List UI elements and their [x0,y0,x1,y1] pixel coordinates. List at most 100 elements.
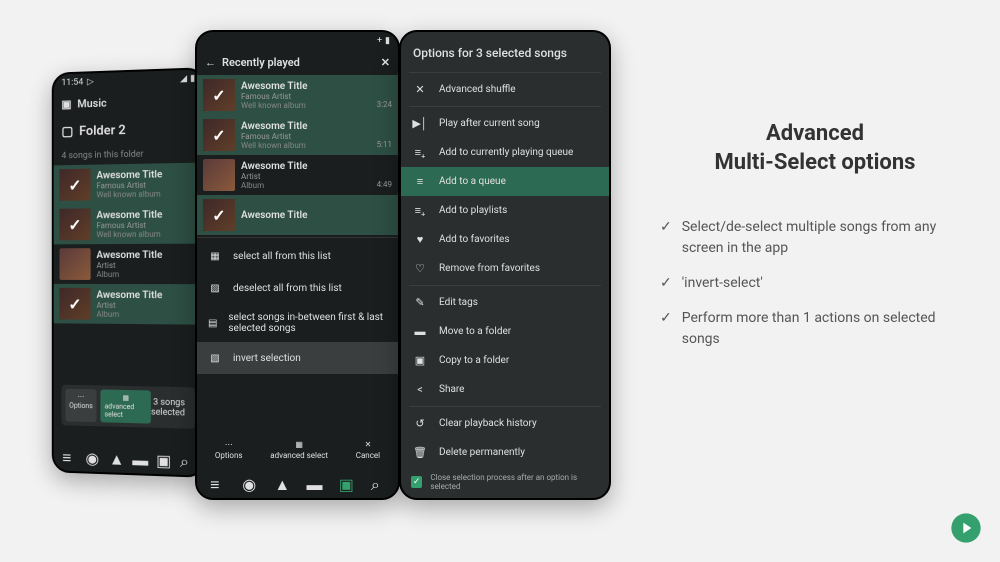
close-check-label: Close selection process after an option … [430,473,599,491]
menu-item-playlist-add[interactable]: ≡₊ Add to playlists [401,196,609,225]
option-label: select all from this list [233,251,331,262]
status-time: 11:54 [61,78,83,89]
menu-item-heart-outline[interactable]: ♡ Remove from favorites [401,254,609,283]
song-album: Well known album [241,101,371,110]
menu-item-shuffle[interactable]: ✕ Advanced shuffle [401,75,609,104]
song-row[interactable]: Awesome Title [197,195,398,235]
person-icon[interactable]: ▲ [274,475,288,489]
inbetween-icon: ▤ [207,315,218,331]
recently-played-header: ← Recently played ✕ [197,50,398,75]
menu-item-pencil[interactable]: ✎ Edit tags [401,288,609,317]
queue-icon[interactable]: ≡ [210,475,224,489]
menu-item-label: Move to a folder [439,326,511,337]
options-button[interactable]: ⋯Options [215,440,243,460]
library-icon[interactable]: ▣ [339,475,353,489]
song-title: Awesome Title [241,121,371,132]
select-option[interactable]: ▤ select songs in-between first & last s… [197,304,398,342]
nav-bar: ≡ ◉ ▲ ▬ ▣ ⌕ [54,439,204,476]
folder-nav-icon[interactable]: ▬ [307,475,321,489]
promo-heading: AdvancedMulti-Select options [660,120,970,177]
song-album: Well known album [241,141,371,150]
menu-item-folder-copy[interactable]: ▣ Copy to a folder [401,346,609,375]
play-circle-icon[interactable]: ◉ [85,449,99,463]
song-row[interactable]: Awesome Title Famous Artist Well known a… [54,203,204,244]
option-label: select songs in-between first & last sel… [228,312,388,334]
duration: 3:24 [377,100,392,111]
song-row[interactable]: Awesome Title Famous Artist Well known a… [197,115,398,155]
select-option[interactable]: ▦ select all from this list [197,240,398,272]
song-title: Awesome Title [241,210,386,221]
song-row[interactable]: Awesome Title Famous Artist Well known a… [197,75,398,115]
song-list: Awesome Title Famous Artist Well known a… [197,75,398,235]
song-row[interactable]: Awesome Title Famous Artist Well known a… [54,163,204,205]
song-title: Awesome Title [241,81,371,92]
menu-item-label: Play after current song [439,118,540,129]
song-title: Awesome Title [241,161,371,172]
song-row[interactable]: Awesome Title Artist Album [54,244,204,285]
shuffle-icon[interactable]: ✕ [381,56,390,69]
library-icon[interactable]: ▣ [156,451,170,466]
signal-icon: ◢ [180,74,187,84]
check-icon: ✓ [660,308,672,350]
menu-item-label: Add to favorites [439,234,510,245]
folder-name: Folder 2 [79,123,126,139]
album-art [59,169,90,201]
menu-item-skip-next[interactable]: ▶│ Play after current song [401,109,609,138]
play-icon: ▷ [87,77,94,87]
search-icon[interactable]: ⌕ [180,452,194,467]
advanced-select-button[interactable]: ▦advanced select [101,389,151,423]
folder-nav-icon[interactable]: ▬ [132,450,146,464]
menu-item-label: Add to currently playing queue [439,147,573,158]
divider [409,406,601,407]
album-art [59,208,90,240]
menu-item-label: Delete permanently [439,447,525,458]
menu-item-trash[interactable]: 🗑 Delete permanently [401,438,609,467]
advanced-select-button[interactable]: ▦advanced select [270,440,328,460]
play-circle-icon[interactable]: ◉ [242,475,256,489]
menu-item-folder-move[interactable]: ▬ Move to a folder [401,317,609,346]
promo-bullet: ✓'invert-select' [660,273,970,294]
folder-row[interactable]: ▢ Folder 2 [54,113,204,148]
menu-item-share[interactable]: < Share [401,375,609,404]
menu-item-label: Advanced shuffle [439,84,516,95]
back-icon[interactable]: ← [205,56,216,69]
divider [409,285,601,286]
select-options: ▦ select all from this list▨ deselect al… [197,240,398,374]
phone-mid: +▮ ← Recently played ✕ Awesome Title Fam… [195,30,400,500]
options-button[interactable]: ⋯Options [65,389,96,422]
song-album: Well known album [96,188,197,198]
menu-item-heart[interactable]: ♥ Add to favorites [401,225,609,254]
heart-outline-icon: ♡ [413,262,427,275]
song-row[interactable]: Awesome Title Artist Album [54,284,204,325]
song-title: Awesome Title [96,249,197,260]
album-art [203,199,235,231]
person-icon[interactable]: ▲ [109,449,123,463]
song-artist: Artist [241,172,371,181]
queue-add-icon: ≡₊ [413,146,427,159]
song-artist: Famous Artist [241,92,371,101]
queue-icon[interactable]: ≡ [62,448,76,462]
search-icon[interactable]: ⌕ [371,475,385,489]
song-row[interactable]: Awesome Title Artist Album 4:49 [197,155,398,195]
phone-back: 11:54▷ ◢▮ ▣ Music ▢ Folder 2 4 songs in … [52,67,206,478]
menu-item-history-clear[interactable]: ↺ Clear playback history [401,409,609,438]
history-clear-icon: ↺ [413,417,427,430]
select-option[interactable]: ▨ deselect all from this list [197,272,398,304]
select-option[interactable]: ▧ invert selection [197,342,398,374]
folder-move-icon: ▬ [413,325,427,338]
cancel-button[interactable]: ✕Cancel [356,440,380,460]
check-icon: ✓ [660,217,672,259]
menu-item-queue[interactable]: ≡ Add to a queue [401,167,609,196]
menu-item-label: Add to playlists [439,205,507,216]
menu-item-label: Copy to a folder [439,355,509,366]
duration: 4:49 [377,180,392,191]
album-art [59,288,90,320]
menu-title: Options for 3 selected songs [401,36,609,70]
app-logo-icon [950,512,982,544]
menu-item-label: Add to a queue [439,176,506,187]
folder-icon: ▣ [61,98,71,111]
promo-bullet: ✓Select/de-select multiple songs from an… [660,217,970,259]
action-bar: ⋯Options ▦advanced select ✕Cancel [197,434,398,466]
menu-item-queue-add[interactable]: ≡₊ Add to currently playing queue [401,138,609,167]
close-selection-checkbox[interactable]: ✓ Close selection process after an optio… [401,467,609,497]
